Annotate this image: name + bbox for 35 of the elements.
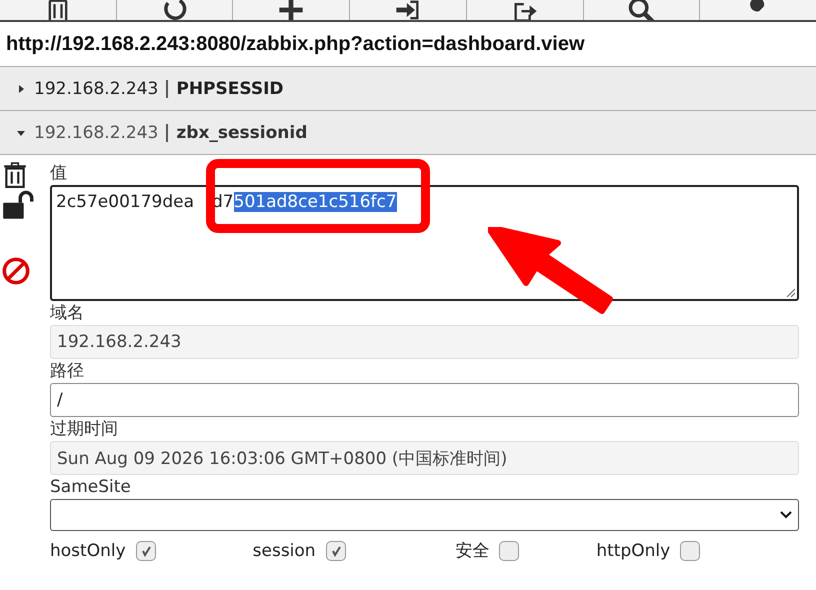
domain-field[interactable]: 192.168.2.243 xyxy=(50,325,799,359)
block-icon[interactable] xyxy=(2,257,30,285)
field-label: 过期时间 xyxy=(50,418,119,441)
cookie-domain: 192.168.2.243 xyxy=(34,78,158,98)
checkmark-icon xyxy=(330,544,342,556)
checkbox[interactable] xyxy=(680,540,700,560)
checkbox-label: 安全 xyxy=(455,540,490,562)
field-label: 值 xyxy=(50,162,68,185)
unlocked-padlock-icon[interactable] xyxy=(2,189,34,221)
path-field[interactable]: / xyxy=(50,383,799,417)
cookie-name: PHPSESSID xyxy=(176,78,284,98)
caret-right-icon xyxy=(16,84,26,94)
field-label: 域名 xyxy=(50,302,85,325)
field-label: 路径 xyxy=(50,360,85,383)
chevron-down-icon xyxy=(780,511,792,519)
trash-icon[interactable] xyxy=(2,161,28,189)
search-icon xyxy=(627,0,656,20)
cookie-row[interactable]: 192.168.2.243 PHPSESSID xyxy=(0,67,816,111)
cookie-row[interactable]: 192.168.2.243 zbx_sessionid xyxy=(0,111,816,155)
expiry-field[interactable]: Sun Aug 09 2026 16:03:06 GMT+0800 (中国标准时间) xyxy=(50,441,799,475)
plus-icon xyxy=(277,0,306,20)
checkbox-label: session xyxy=(252,540,316,560)
checkbox-label: hostOnly xyxy=(50,540,126,560)
checkmark-icon xyxy=(140,544,152,556)
value-text: 2c57e00179dea xyxy=(56,192,194,212)
value-text: 501ad8ce1c516fc7 xyxy=(234,192,397,212)
field-label: SameSite xyxy=(50,476,132,499)
cookie-name: zbx_sessionid xyxy=(176,122,308,142)
cookie-domain: 192.168.2.243 xyxy=(34,122,158,142)
resize-grip-icon[interactable] xyxy=(785,287,795,297)
samesite-dropdown[interactable] xyxy=(50,499,799,531)
checkbox[interactable] xyxy=(136,540,156,560)
checkbox-label: httpOnly xyxy=(596,540,670,560)
checkbox[interactable] xyxy=(499,540,520,560)
checkbox[interactable] xyxy=(326,540,346,560)
